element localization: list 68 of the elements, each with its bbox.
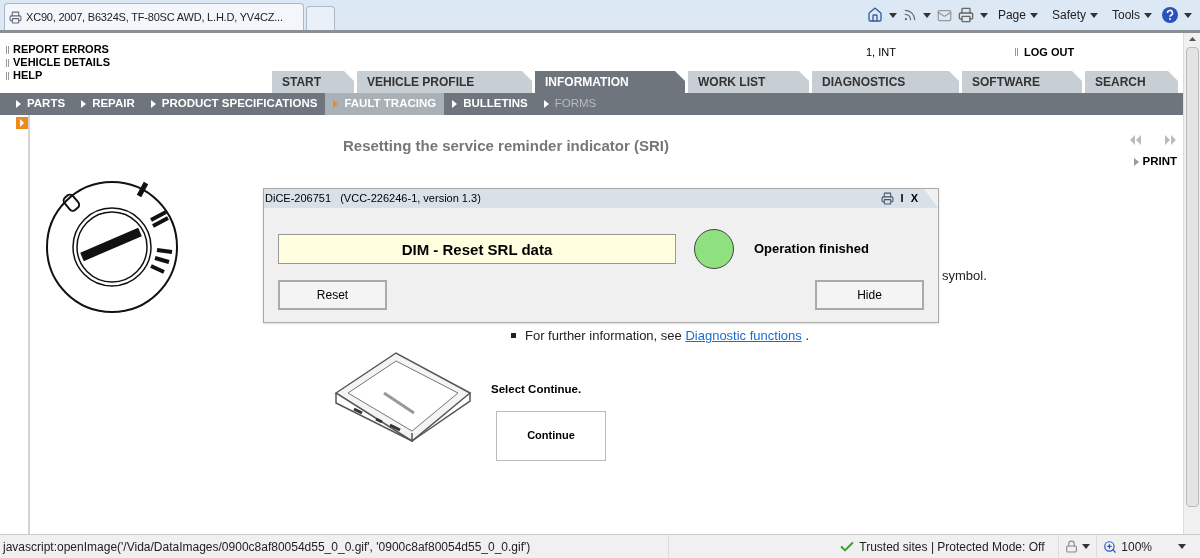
arrow-icon [150,100,156,108]
help-icon[interactable] [1162,7,1178,23]
header-link[interactable]: HELP [13,69,43,82]
print-icon[interactable] [957,7,974,23]
browser-tab[interactable]: XC90, 2007, B6324S, TF-80SC AWD, L.H.D, YV4CZ... [4,3,304,30]
caret-icon[interactable] [922,12,931,18]
dialog-title: DiCE-206751 (VCC-226246-1, version 1.3) [265,191,481,207]
scrollbar-thumb[interactable] [1185,47,1199,507]
print-link[interactable]: PRINT [1142,153,1177,171]
feed-icon[interactable] [902,8,917,22]
print-icon[interactable] [880,192,894,205]
caret-icon[interactable] [1178,544,1186,549]
caret-icon[interactable] [1082,544,1091,549]
zoom-level[interactable]: 100% [1121,537,1152,556]
caret-icon[interactable] [979,12,988,18]
arrow-icon [452,100,458,108]
home-icon[interactable] [866,7,883,23]
toolbar-menu[interactable]: Tools [1108,6,1156,24]
operation-name-field: DIM - Reset SRL data [278,234,676,264]
security-zone: Trusted sites | Protected Mode: Off [859,538,1045,556]
main-tab[interactable]: WORK LIST [688,71,809,93]
arrow-icon [543,100,549,108]
main-tab[interactable]: SEARCH [1085,71,1178,93]
grip-icon [1015,48,1018,57]
dialog-button[interactable]: Hide [815,280,924,310]
main-tab[interactable]: INFORMATION [535,71,685,93]
toolbar-menu[interactable]: Safety [1047,6,1102,24]
diagnostic-functions-link[interactable]: Diagnostic functions [685,327,802,343]
dialog-button[interactable]: Reset [278,280,387,310]
sub-nav-item[interactable]: PARTS [8,93,74,115]
scrollbar[interactable] [1183,33,1200,534]
grip-icon [6,45,9,54]
caret-icon[interactable] [1029,12,1038,18]
header-link[interactable]: VEHICLE DETAILS [13,56,110,69]
sub-nav-item[interactable]: BULLETINS [444,93,536,115]
operation-status: Operation finished [754,240,869,259]
main-tab[interactable]: VEHICLE PROFILE [357,71,532,93]
main-tab[interactable]: SOFTWARE [962,71,1082,93]
dialog-control-button[interactable]: X [910,190,918,207]
main-tab[interactable]: START [272,71,354,93]
logout-link[interactable]: LOG OUT [1024,44,1075,61]
sub-nav-item[interactable]: PRODUCT SPECIFICATIONS [142,93,326,115]
grip-icon [6,58,9,67]
user-label: 1, INT [866,45,896,60]
arrow-icon [1133,157,1139,166]
toolbar-menu[interactable]: Page [993,6,1042,24]
arrow-icon [16,100,21,108]
caret-icon[interactable] [1144,12,1152,18]
caret-icon[interactable] [1090,12,1098,18]
header-link[interactable]: REPORT ERRORS [13,43,109,56]
continue-button[interactable]: Continue [496,410,606,461]
status-indicator-icon [694,229,734,269]
bullet-icon [511,333,516,338]
instruction-text: Select Continue. [491,382,583,398]
caret-icon[interactable] [1184,12,1192,18]
step-text: symbol. [942,267,987,286]
bullet-text: For further information, see Diagnostic functions . [525,326,809,345]
dialog-control-button[interactable]: I [900,190,904,207]
caret-icon[interactable] [888,12,897,18]
sub-nav-item[interactable]: REPAIR [73,93,143,115]
page-title: Resetting the service reminder indicator (SRI) [343,136,669,156]
zoom-icon[interactable] [1103,539,1118,554]
scroll-up-icon[interactable] [1188,37,1196,41]
arrow-icon [81,100,87,108]
arrow-icon [333,100,339,108]
grip-icon [6,71,9,80]
status-url: javascript:openImage('/Vida/DataImages/0900c8af80054d55_0_0.gif', '0900c8af80054d55_0_0.gif') [1,538,532,556]
main-tab[interactable]: DIAGNOSTICS [812,71,959,93]
